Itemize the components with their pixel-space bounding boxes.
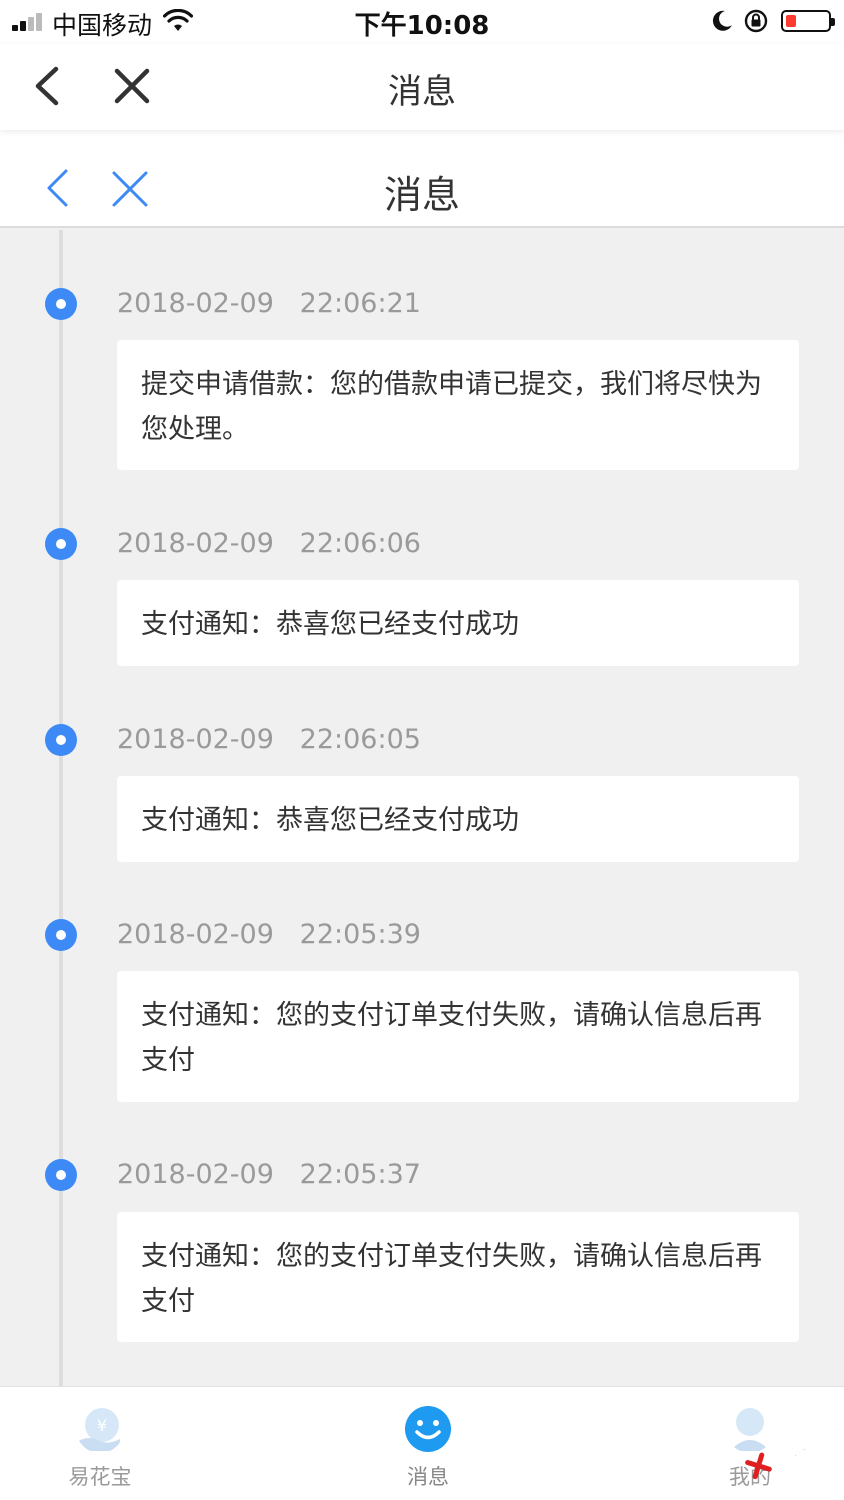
battery-icon bbox=[781, 10, 835, 32]
message-card[interactable]: 支付通知：您的支付订单支付失败，请确认信息后再支付 bbox=[117, 971, 799, 1102]
message-date: 2018-02-09 bbox=[117, 724, 274, 755]
svg-text:卡农社区: 卡农社区 bbox=[764, 1416, 844, 1472]
message-timestamp: 2018-02-09 22:06:05 bbox=[117, 724, 421, 755]
message-card[interactable]: 支付通知：恭喜您已经支付成功 bbox=[117, 580, 799, 666]
tab-label: 消息 bbox=[407, 1465, 449, 1489]
message-time: 22:06:21 bbox=[299, 288, 421, 319]
message-date: 2018-02-09 bbox=[117, 1159, 274, 1190]
smile-message-icon bbox=[405, 1406, 451, 1452]
message-time: 22:05:39 bbox=[299, 919, 421, 950]
message-timeline[interactable]: 2018-02-09 22:06:21 提交申请借款：您的借款申请已提交，我们将… bbox=[0, 230, 844, 1386]
svg-text:¥: ¥ bbox=[97, 1416, 107, 1435]
status-bar: 中国移动 下午10:08 bbox=[0, 0, 844, 44]
rotation-lock-icon bbox=[744, 9, 768, 33]
moon-icon bbox=[712, 10, 732, 31]
message-timestamp: 2018-02-09 22:06:21 bbox=[117, 288, 421, 319]
message-timestamp: 2018-02-09 22:05:39 bbox=[117, 919, 421, 950]
tab-yihuabao[interactable]: ¥ 易花宝 bbox=[0, 1387, 200, 1500]
tab-bar: ¥ 易花宝 消息 我的 bbox=[0, 1386, 844, 1500]
timeline-dot-icon bbox=[45, 724, 77, 756]
message-time: 22:06:06 bbox=[299, 528, 421, 559]
tab-messages[interactable]: 消息 bbox=[328, 1387, 528, 1500]
message-card[interactable]: 支付通知：恭喜您已经支付成功 bbox=[117, 776, 799, 862]
message-timestamp: 2018-02-09 22:06:06 bbox=[117, 528, 421, 559]
message-date: 2018-02-09 bbox=[117, 528, 274, 559]
message-timestamp: 2018-02-09 22:05:37 bbox=[117, 1159, 421, 1190]
message-time: 22:05:37 bbox=[299, 1159, 421, 1190]
timeline-dot-icon bbox=[45, 1159, 77, 1191]
message-date: 2018-02-09 bbox=[117, 919, 274, 950]
message-date: 2018-02-09 bbox=[117, 288, 274, 319]
timeline-dot-icon bbox=[45, 288, 77, 320]
message-card[interactable]: 支付通知：您的支付订单支付失败，请确认信息后再支付 bbox=[117, 1212, 799, 1342]
inner-nav-bar: 消息 bbox=[0, 130, 844, 228]
timeline-dot-icon bbox=[45, 919, 77, 951]
timeline-dot-icon bbox=[45, 528, 77, 560]
outer-page-title: 消息 bbox=[388, 72, 456, 112]
message-card[interactable]: 提交申请借款：您的借款申请已提交，我们将尽快为您处理。 bbox=[117, 340, 799, 470]
watermark-logo: 卡农社区 bbox=[745, 1416, 844, 1480]
tab-label: 易花宝 bbox=[68, 1465, 132, 1489]
inner-page-title: 消息 bbox=[383, 173, 460, 217]
timeline-line bbox=[59, 230, 63, 1386]
outer-nav-bar: 消息 bbox=[0, 44, 844, 130]
yen-hand-icon: ¥ bbox=[78, 1408, 120, 1451]
message-time: 22:06:05 bbox=[299, 724, 421, 755]
